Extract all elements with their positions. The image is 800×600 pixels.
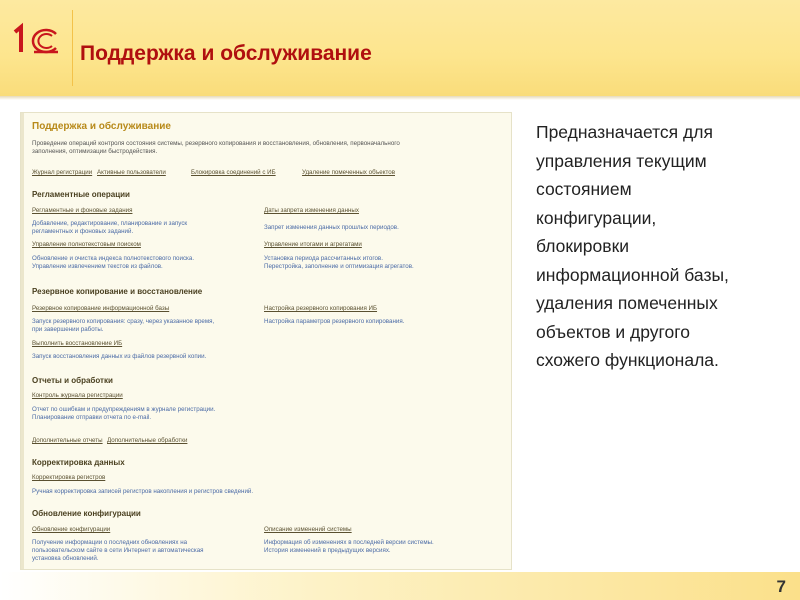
description-line: удаления помеченных <box>536 293 718 313</box>
link-active-users[interactable]: Активные пользователи <box>97 169 166 177</box>
link-description: Ручная корректировка записей регистров н… <box>32 488 254 495</box>
link-description: Запуск восстановления данных из файлов р… <box>32 353 207 360</box>
link-totals-aggregates[interactable]: Управление итогами и агрегатами <box>264 241 362 249</box>
1c-logo-icon <box>13 22 58 54</box>
link-description: Управление извлечением текстов из файлов… <box>32 263 163 270</box>
description-line: блокировки <box>536 236 630 256</box>
link-description: пользовательском сайте в сети Интернет и… <box>32 547 204 554</box>
link-description: Установка периода рассчитанных итогов. <box>264 255 383 262</box>
link-fulltext-search[interactable]: Управление полнотекстовым поиском <box>32 241 141 249</box>
slide-footer <box>0 572 800 600</box>
panel-description: заполнения, оптимизации быстродействия. <box>32 148 158 155</box>
link-change-prohibition-dates[interactable]: Даты запрета изменения данных <box>264 207 359 215</box>
link-config-update[interactable]: Обновление конфигурации <box>32 526 110 534</box>
link-description: История изменений в предыдущих версиях. <box>264 547 391 554</box>
link-block-connections[interactable]: Блокировка соединений с ИБ <box>191 169 276 177</box>
link-description: Обновление и очистка индекса полнотексто… <box>32 255 195 262</box>
screenshot-panel: Поддержка и обслуживание Проведение опер… <box>20 112 512 570</box>
link-system-changes[interactable]: Описание изменений системы <box>264 526 352 534</box>
description-line: схожего функционала. <box>536 350 719 370</box>
link-description: Запуск резервного копирования: сразу, че… <box>32 318 215 325</box>
link-delete-marked[interactable]: Удаление помеченных объектов <box>302 169 395 177</box>
link-description: Планирование отправки отчета по e-mail. <box>32 414 152 421</box>
link-additional-processors[interactable]: Дополнительные обработки <box>107 437 187 445</box>
link-scheduled-jobs[interactable]: Регламентные и фоновые задания <box>32 207 132 215</box>
page-number: 7 <box>776 577 786 596</box>
link-event-log[interactable]: Журнал регистрации <box>32 169 92 177</box>
panel-title: Поддержка и обслуживание <box>32 121 171 132</box>
slide-description: Предназначается для управления текущим с… <box>536 118 786 375</box>
link-description: Запрет изменения данных прошлых периодов… <box>264 224 399 231</box>
link-register-correction[interactable]: Корректировка регистров <box>32 474 105 482</box>
section-title: Отчеты и обработки <box>32 376 113 385</box>
link-description: Получение информации о последних обновле… <box>32 539 188 546</box>
link-description: Перестройка, заполнение и оптимизация аг… <box>264 263 414 270</box>
section-title: Резервное копирование и восстановление <box>32 287 203 296</box>
description-line: состоянием <box>536 179 632 199</box>
link-description: Информация об изменениях в последней вер… <box>264 539 434 546</box>
header-divider <box>0 96 800 100</box>
section-title: Корректировка данных <box>32 458 125 467</box>
description-line: объектов и другого <box>536 321 691 342</box>
link-description: при завершении работы. <box>32 326 104 333</box>
link-description: Добавление, редактирование, планирование… <box>32 220 188 227</box>
link-description: установка обновлений. <box>32 555 99 562</box>
panel-description: Проведение операций контроля состояния с… <box>32 140 400 147</box>
description-line: Предназначается для <box>536 122 713 142</box>
panel-left-bar <box>21 113 24 569</box>
link-description: Настройка параметров резервного копирова… <box>264 318 405 325</box>
link-description: Отчет по ошибкам и предупреждениям в жур… <box>32 406 216 413</box>
link-backup-settings[interactable]: Настройка резервного копирования ИБ <box>264 305 377 313</box>
link-event-log-control[interactable]: Контроль журнала регистрации <box>32 392 123 400</box>
link-additional-reports[interactable]: Дополнительные отчеты <box>32 437 103 445</box>
link-description: регламентных и фоновых заданий. <box>32 228 134 235</box>
section-title: Регламентные операции <box>32 190 130 199</box>
link-backup-ib[interactable]: Резервное копирование информационной баз… <box>32 305 169 313</box>
slide-title: Поддержка и обслуживание <box>80 42 372 65</box>
description-line: информационной базы, <box>536 264 729 285</box>
section-title: Обновление конфигурации <box>32 509 141 518</box>
description-line: конфигурации, <box>536 207 657 228</box>
description-line: управления текущим <box>536 150 707 171</box>
header-separator <box>72 10 73 86</box>
link-restore-ib[interactable]: Выполнить восстановление ИБ <box>32 340 122 348</box>
